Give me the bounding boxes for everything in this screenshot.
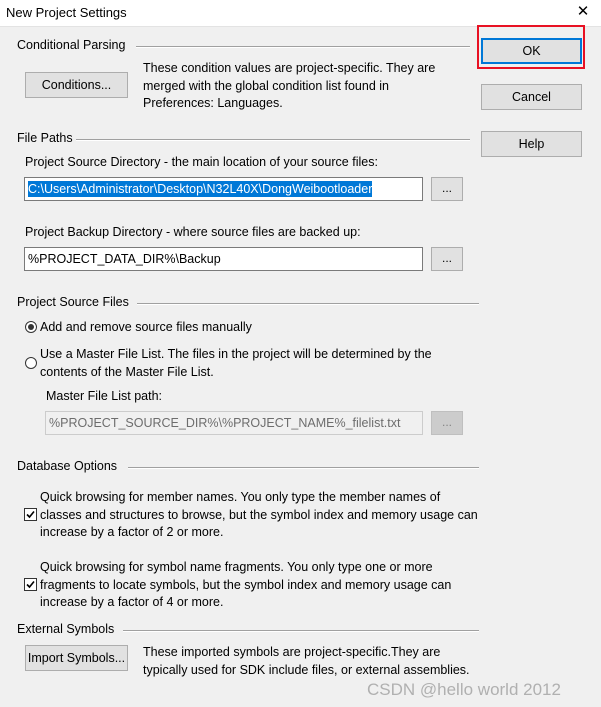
radio-master-list-label[interactable]: Use a Master File List. The files in the… xyxy=(40,346,470,381)
cancel-button[interactable]: Cancel xyxy=(481,84,582,110)
symbol-fragments-label[interactable]: Quick browsing for symbol name fragments… xyxy=(40,559,480,612)
divider xyxy=(123,630,479,632)
check-icon xyxy=(26,580,35,589)
source-dir-label: Project Source Directory - the main loca… xyxy=(25,155,378,169)
backup-dir-input[interactable]: %PROJECT_DATA_DIR%\Backup xyxy=(24,247,423,271)
backup-dir-label: Project Backup Directory - where source … xyxy=(25,225,361,239)
master-path-input[interactable]: %PROJECT_SOURCE_DIR%\%PROJECT_NAME%_file… xyxy=(45,411,423,435)
browse-backup-button[interactable]: ... xyxy=(431,247,463,271)
import-symbols-button[interactable]: Import Symbols... xyxy=(25,645,128,671)
member-names-checkbox[interactable] xyxy=(24,508,37,521)
divider xyxy=(137,303,479,305)
divider xyxy=(76,139,470,141)
conditional-parsing-description: These condition values are project-speci… xyxy=(143,61,436,110)
browse-source-button[interactable]: ... xyxy=(431,177,463,201)
project-source-files-heading: Project Source Files xyxy=(17,295,129,309)
external-symbols-heading: External Symbols xyxy=(17,622,115,636)
watermark: CSDN @hello world 2012 xyxy=(367,680,561,699)
radio-manual[interactable] xyxy=(25,321,37,333)
conditions-button[interactable]: Conditions... xyxy=(25,72,128,98)
close-icon[interactable]: ✕ xyxy=(574,3,592,21)
radio-dot-icon xyxy=(28,324,34,330)
external-symbols-description: These imported symbols are project-speci… xyxy=(143,645,470,677)
database-options-heading: Database Options xyxy=(17,459,118,473)
check-icon xyxy=(26,510,35,519)
window-title: New Project Settings xyxy=(6,5,127,20)
divider xyxy=(136,46,470,48)
radio-master-list[interactable] xyxy=(25,357,37,369)
ok-button[interactable]: OK xyxy=(481,38,582,64)
master-path-label: Master File List path: xyxy=(46,389,163,403)
source-dir-value: C:\Users\Administrator\Desktop\N32L40X\D… xyxy=(28,181,373,197)
symbol-fragments-checkbox[interactable] xyxy=(24,578,37,591)
radio-manual-label[interactable]: Add and remove source files manually xyxy=(40,320,252,334)
member-names-label[interactable]: Quick browsing for member names. You onl… xyxy=(40,489,480,542)
divider xyxy=(128,467,479,469)
browse-master-button[interactable]: ... xyxy=(431,411,463,435)
source-dir-input[interactable]: C:\Users\Administrator\Desktop\N32L40X\D… xyxy=(24,177,423,201)
file-paths-heading: File Paths xyxy=(17,131,73,145)
conditional-parsing-heading: Conditional Parsing xyxy=(17,38,126,52)
help-button[interactable]: Help xyxy=(481,131,582,157)
